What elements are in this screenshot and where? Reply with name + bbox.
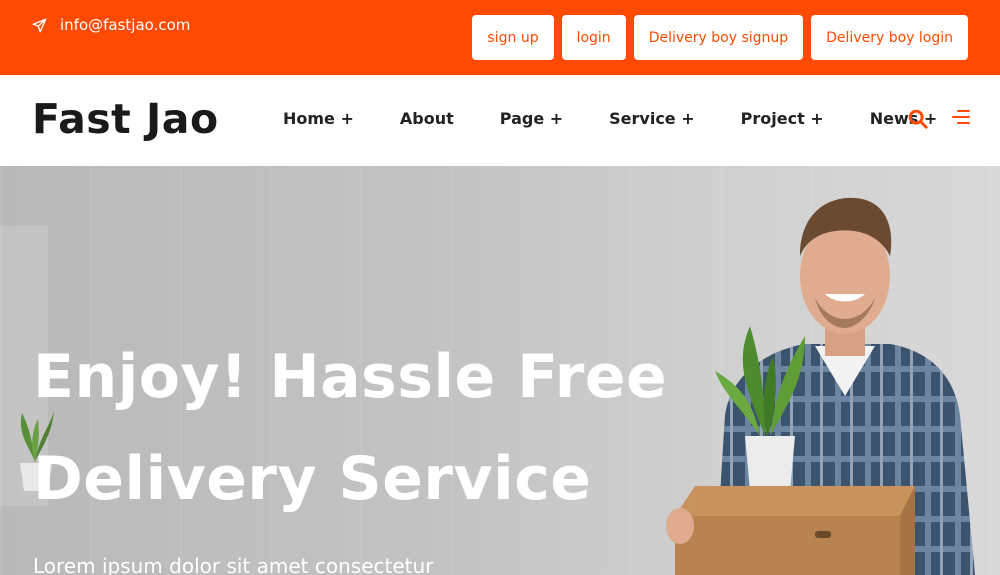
hero-title: Enjoy! Hassle Free Delivery Service (33, 326, 667, 530)
hero-banner: Enjoy! Hassle Free Delivery Service Lore… (0, 166, 1000, 575)
hero-title-line-1: Enjoy! Hassle Free (33, 342, 668, 412)
site-logo[interactable]: Fast Jao (32, 95, 219, 143)
main-header: Fast Jao Home + About Page + Service + P… (0, 75, 1000, 166)
main-nav: Home + About Page + Service + Project + … (283, 109, 937, 128)
nav-item-project[interactable]: Project + (741, 109, 824, 128)
search-icon[interactable] (907, 108, 929, 130)
nav-item-about[interactable]: About (400, 109, 454, 128)
delivery-boy-login-button[interactable]: Delivery boy login (811, 15, 968, 60)
hero-subtitle: Lorem ipsum dolor sit amet consectetur (33, 554, 434, 575)
delivery-boy-signup-button[interactable]: Delivery boy signup (633, 15, 804, 60)
contact-email[interactable]: info@fastjao.com (32, 16, 190, 34)
signup-button[interactable]: sign up (472, 15, 554, 60)
auth-buttons: sign up login Delivery boy signup Delive… (472, 15, 968, 60)
menu-icon[interactable] (952, 109, 970, 125)
paper-plane-icon (32, 18, 47, 32)
contact-email-text: info@fastjao.com (60, 16, 191, 34)
nav-item-page[interactable]: Page + (500, 109, 563, 128)
nav-item-home[interactable]: Home + (283, 109, 354, 128)
delivery-man-illustration (666, 197, 975, 575)
hero-title-line-2: Delivery Service (33, 444, 592, 514)
top-bar: info@fastjao.com sign up login Delivery … (0, 0, 1000, 75)
nav-item-service[interactable]: Service + (609, 109, 695, 128)
login-button[interactable]: login (561, 15, 626, 60)
